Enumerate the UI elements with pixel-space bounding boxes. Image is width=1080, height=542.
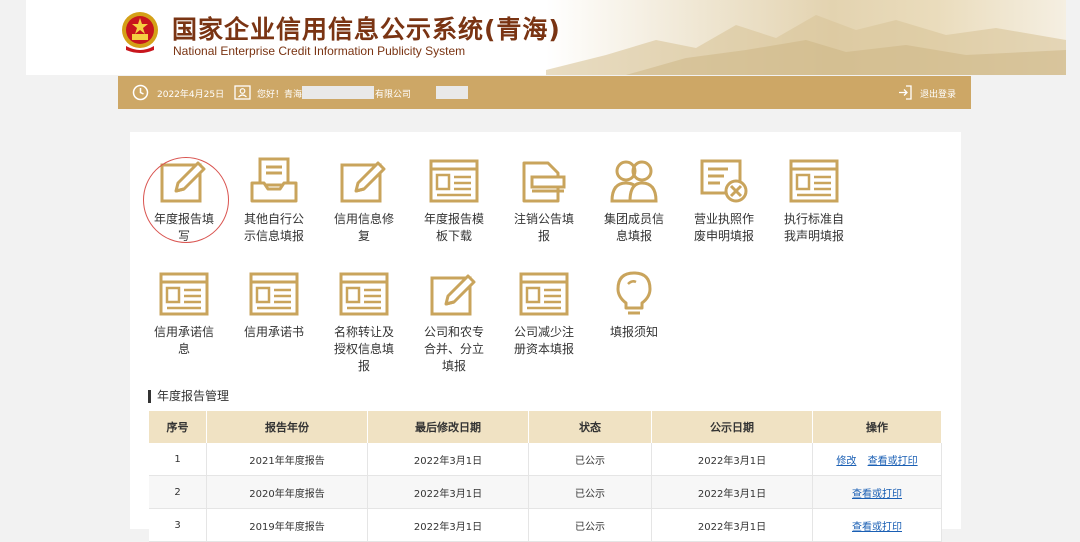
col-header-year: 报告年份 [206, 411, 368, 443]
view-print-link[interactable]: 查看或打印 [868, 456, 918, 467]
form-window-icon [501, 270, 587, 318]
cell-no: 2 [149, 475, 207, 509]
cell-actions: 查看或打印 [812, 475, 942, 509]
tile-label: 其他自行公示信息填报 [243, 212, 304, 243]
user-info-bar: 2022年4月25日 您好！青海 有限公司 退出登录 [118, 76, 971, 109]
annual-report-table: 序号 报告年份 最后修改日期 状态 公示日期 操作 1 2021年年度报告 20… [149, 411, 942, 542]
tile-label: 年度报告模板下载 [423, 212, 484, 243]
tile-8[interactable]: 执行标准自我声明填报 [771, 157, 857, 245]
site-title: 国家企业信用信息公示系统(青海) [172, 15, 561, 44]
lightbulb-icon [591, 270, 677, 318]
cell-modified: 2022年3月1日 [367, 475, 529, 509]
greeting-text: 您好！青海 [257, 90, 303, 100]
tile-label: 信用信息修复 [333, 212, 394, 243]
cell-modified: 2022年3月1日 [367, 443, 529, 476]
cell-modified: 2022年3月1日 [367, 508, 529, 542]
cell-published: 2022年3月1日 [651, 508, 813, 542]
col-header-published: 公示日期 [651, 411, 813, 443]
cell-year: 2020年年度报告 [206, 475, 368, 509]
logout-icon[interactable] [897, 84, 913, 101]
table-row: 2 2020年年度报告 2022年3月1日 已公示 2022年3月1日 查看或打… [149, 475, 942, 509]
tile-label: 集团成员信息填报 [603, 212, 664, 243]
col-header-modified: 最后修改日期 [367, 411, 529, 443]
tile-4[interactable]: 年度报告模板下载 [411, 157, 497, 245]
tile-10[interactable]: 信用承诺书 [231, 270, 317, 341]
cell-status: 已公示 [528, 475, 652, 509]
form-window-icon [321, 270, 407, 318]
pencil-edit-icon [321, 157, 407, 205]
view-print-link[interactable]: 查看或打印 [852, 489, 902, 500]
col-header-actions: 操作 [812, 411, 942, 443]
pencil-edit-icon [141, 157, 227, 205]
clock-icon [132, 84, 149, 101]
cell-published: 2022年3月1日 [651, 443, 813, 476]
tile-1[interactable]: 年度报告填写 [141, 157, 227, 245]
form-window-icon [411, 157, 497, 205]
company-suffix: 有限公司 [375, 90, 412, 100]
license-cancel-icon [681, 157, 767, 205]
tile-label: 年度报告填写 [153, 212, 214, 243]
tile-5[interactable]: 注销公告填报 [501, 157, 587, 245]
tile-label: 填报须知 [609, 325, 658, 339]
tile-label: 注销公告填报 [513, 212, 574, 243]
view-print-link[interactable]: 查看或打印 [852, 522, 902, 533]
tile-3[interactable]: 信用信息修复 [321, 157, 407, 245]
tile-14[interactable]: 填报须知 [591, 270, 677, 341]
cell-status: 已公示 [528, 443, 652, 476]
redacted-user-name [436, 86, 468, 99]
tile-2[interactable]: 其他自行公示信息填报 [231, 157, 317, 245]
redacted-company-name [302, 86, 374, 99]
tile-label: 营业执照作废申明填报 [693, 212, 754, 243]
header-scenery-banner [546, 0, 1066, 75]
tile-label: 公司减少注册资本填报 [513, 325, 574, 356]
tile-label: 信用承诺书 [243, 325, 304, 339]
tile-9[interactable]: 信用承诺信息 [141, 270, 227, 358]
tile-7[interactable]: 营业执照作废申明填报 [681, 157, 767, 245]
national-emblem-icon [120, 10, 160, 54]
tile-label: 执行标准自我声明填报 [783, 212, 844, 243]
section-title-annual-report: 年度报告管理 [148, 390, 229, 403]
table-row: 1 2021年年度报告 2022年3月1日 已公示 2022年3月1日 修改 查… [149, 443, 942, 476]
form-window-icon [771, 157, 857, 205]
cell-actions: 查看或打印 [812, 508, 942, 542]
col-header-no: 序号 [149, 411, 207, 443]
cell-status: 已公示 [528, 508, 652, 542]
logout-link[interactable]: 退出登录 [920, 87, 956, 100]
table-header-row: 序号 报告年份 最后修改日期 状态 公示日期 操作 [149, 411, 942, 443]
cell-no: 1 [149, 443, 207, 476]
edit-link[interactable]: 修改 [836, 456, 856, 467]
cell-actions: 修改 查看或打印 [812, 443, 942, 476]
cell-year: 2021年年度报告 [206, 443, 368, 476]
site-header: 国家企业信用信息公示系统(青海) National Enterprise Cre… [26, 0, 1066, 75]
col-header-status: 状态 [528, 411, 652, 443]
form-window-icon [141, 270, 227, 318]
cell-published: 2022年3月1日 [651, 475, 813, 509]
tile-13[interactable]: 公司减少注册资本填报 [501, 270, 587, 358]
current-date: 2022年4月25日 [157, 90, 225, 100]
tile-6[interactable]: 集团成员信息填报 [591, 157, 677, 245]
cell-no: 3 [149, 508, 207, 542]
tile-label: 公司和农专合并、分立填报 [423, 325, 484, 373]
table-row: 3 2019年年度报告 2022年3月1日 已公示 2022年3月1日 查看或打… [149, 508, 942, 542]
tile-label: 名称转让及授权信息填报 [333, 325, 394, 373]
document-stack-icon [501, 157, 587, 205]
form-window-icon [231, 270, 317, 318]
inbox-document-icon [231, 157, 317, 205]
tile-12[interactable]: 公司和农专合并、分立填报 [411, 270, 497, 375]
tile-label: 信用承诺信息 [153, 325, 214, 356]
group-users-icon [591, 157, 677, 205]
cell-year: 2019年年度报告 [206, 508, 368, 542]
tile-11[interactable]: 名称转让及授权信息填报 [321, 270, 407, 375]
site-subtitle: National Enterprise Credit Information P… [173, 44, 466, 58]
pencil-edit-icon [411, 270, 497, 318]
user-card-icon [234, 84, 251, 101]
